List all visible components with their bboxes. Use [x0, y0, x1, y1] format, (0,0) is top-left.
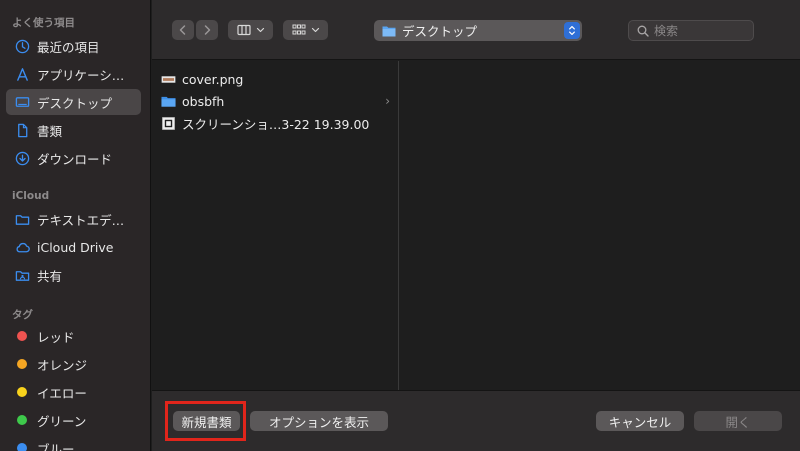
toolbar: デスクトップ: [152, 0, 800, 60]
sidebar-item-label: 書類: [37, 123, 63, 139]
sidebar-item-label: iCloud Drive: [37, 239, 114, 255]
sidebar-item-label: オレンジ: [37, 357, 88, 373]
folder-icon: [160, 94, 176, 108]
location-label: デスクトップ: [402, 24, 478, 39]
folder-icon: [382, 26, 396, 36]
view-mode-button[interactable]: [228, 20, 273, 40]
file-item-screenshot[interactable]: スクリーンショ…3-22 19.39.00: [160, 112, 390, 134]
chevron-right-icon: ›: [385, 94, 390, 108]
cloud-icon: [14, 239, 30, 255]
file-name: cover.png: [182, 71, 244, 87]
main-pane: デスクトップ cover.png: [152, 0, 800, 451]
folder-icon: [14, 211, 30, 227]
sidebar-tag-yellow[interactable]: イエロー: [6, 379, 141, 405]
show-options-button[interactable]: オプションを表示: [250, 411, 388, 431]
download-icon: [14, 150, 30, 166]
icloud-header: iCloud: [12, 190, 50, 202]
sidebar-item-label: デスクトップ: [37, 95, 113, 111]
sidebar-item-label: イエロー: [37, 385, 87, 401]
chevron-left-icon: [179, 25, 186, 35]
image-file-icon: [160, 72, 176, 86]
file-name: スクリーンショ…3-22 19.39.00: [182, 116, 370, 132]
column-browser: cover.png obsbfh › スクリーンショ…3-22 19.39.00: [152, 61, 800, 390]
sidebar-item-documents[interactable]: 書類: [6, 117, 141, 143]
file-item-cover-png[interactable]: cover.png: [160, 68, 390, 90]
search-input[interactable]: [654, 23, 750, 38]
chevron-down-icon: [311, 27, 319, 33]
open-file-dialog: よく使う項目 最近の項目 アプリケーシ… デスクトップ 書類 ダウンロード iC…: [0, 0, 800, 451]
sidebar-item-label: ダウンロード: [37, 151, 113, 167]
applications-icon: [14, 66, 30, 82]
dialog-footer: 新規書類 オプションを表示 キャンセル 開く: [152, 390, 800, 451]
sidebar-item-shared[interactable]: 共有: [6, 262, 141, 288]
chevron-right-icon: [204, 25, 211, 35]
red-tag-dot-icon: [17, 331, 27, 341]
shared-folder-icon: [14, 267, 30, 283]
sidebar-item-label: アプリケーシ…: [37, 67, 125, 83]
search-field[interactable]: [628, 20, 754, 41]
desktop-icon: [14, 94, 30, 110]
grid-icon: [292, 24, 305, 35]
blue-tag-dot-icon: [17, 443, 27, 451]
group-button[interactable]: [283, 20, 328, 40]
sidebar-item-label: レッド: [37, 329, 75, 345]
screenshot-file-icon: [160, 116, 176, 130]
back-button[interactable]: [172, 20, 194, 40]
sidebar-item-applications[interactable]: アプリケーシ…: [6, 61, 141, 87]
open-button[interactable]: 開く: [694, 411, 782, 431]
clock-icon: [14, 38, 30, 54]
tags-header: タグ: [12, 309, 33, 321]
sidebar-item-icloud-drive[interactable]: iCloud Drive: [6, 234, 141, 260]
sidebar-item-label: 共有: [37, 268, 63, 284]
stepper-chevrons-icon: [564, 22, 580, 39]
search-icon: [637, 25, 649, 37]
sidebar-item-label: グリーン: [37, 413, 87, 429]
yellow-tag-dot-icon: [17, 387, 27, 397]
cancel-button[interactable]: キャンセル: [596, 411, 684, 431]
file-item-obsbfh[interactable]: obsbfh ›: [160, 90, 390, 112]
sidebar-item-label: テキストエデ…: [37, 212, 125, 228]
sidebar-item-downloads[interactable]: ダウンロード: [6, 145, 141, 171]
file-name: obsbfh: [182, 93, 225, 109]
sidebar-item-label: ブルー: [37, 441, 75, 451]
sidebar-tag-green[interactable]: グリーン: [6, 407, 141, 433]
sidebar-item-recents[interactable]: 最近の項目: [6, 33, 141, 59]
sidebar-tag-orange[interactable]: オレンジ: [6, 351, 141, 377]
chevron-down-icon: [256, 27, 264, 33]
new-document-button[interactable]: 新規書類: [173, 411, 240, 431]
favorites-header: よく使う項目: [12, 17, 75, 29]
orange-tag-dot-icon: [17, 359, 27, 369]
sidebar-item-label: 最近の項目: [37, 39, 100, 55]
document-icon: [14, 122, 30, 138]
sidebar-tag-red[interactable]: レッド: [6, 323, 141, 349]
sidebar-item-desktop[interactable]: デスクトップ: [6, 89, 141, 115]
column-view-icon: [236, 24, 251, 36]
location-popup[interactable]: デスクトップ: [374, 20, 582, 41]
green-tag-dot-icon: [17, 415, 27, 425]
sidebar: よく使う項目 最近の項目 アプリケーシ… デスクトップ 書類 ダウンロード iC…: [0, 0, 151, 451]
sidebar-item-textedit[interactable]: テキストエデ…: [6, 206, 141, 232]
sidebar-tag-blue[interactable]: ブルー: [6, 435, 141, 451]
forward-button[interactable]: [196, 20, 218, 40]
column-desktop: cover.png obsbfh › スクリーンショ…3-22 19.39.00: [152, 61, 399, 390]
